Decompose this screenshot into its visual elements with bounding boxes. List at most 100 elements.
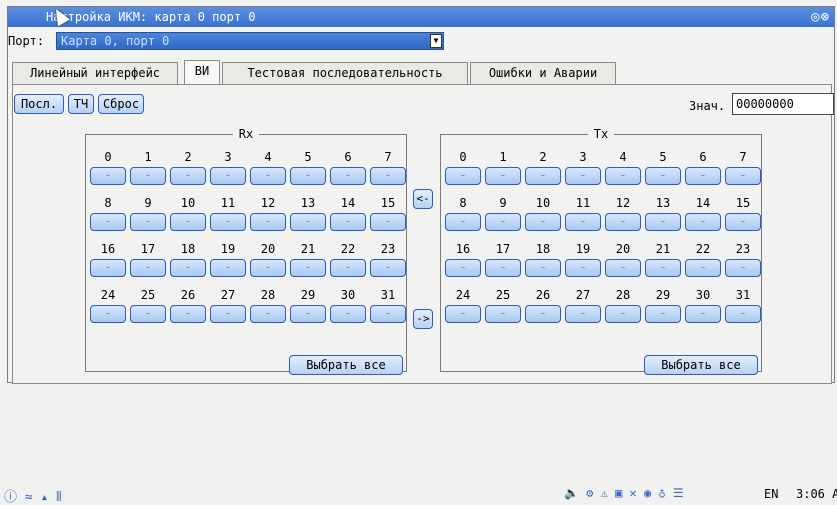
rx-select-all-button[interactable]: Выбрать все [289,355,403,375]
rx-legend: Rx [238,127,254,141]
rx-bit-toggle[interactable]: - [290,305,326,323]
dropdown-arrow-icon[interactable]: ▼ [430,34,442,48]
copy-to-tx-button[interactable]: -> [413,309,433,329]
tx-bit-toggle[interactable]: - [565,167,601,185]
rx-bit-toggle[interactable]: - [370,167,406,185]
rx-bit-toggle[interactable]: - [130,305,166,323]
tx-bit-toggle[interactable]: - [565,213,601,231]
tx-bit-toggle[interactable]: - [565,305,601,323]
rx-bit-toggle[interactable]: - [250,167,286,185]
rx-bit-toggle[interactable]: - [170,305,206,323]
rx-bit-toggle[interactable]: - [250,213,286,231]
rx-bit-toggle[interactable]: - [90,259,126,277]
znach-input[interactable]: 00000000 [732,93,834,115]
tx-bit-number: 18 [535,242,551,256]
tx-bit-toggle[interactable]: - [485,167,521,185]
tx-bit-toggle[interactable]: - [605,305,641,323]
tx-bit-toggle[interactable]: - [445,213,481,231]
tx-bit-toggle[interactable]: - [685,167,721,185]
rx-bit-toggle[interactable]: - [90,305,126,323]
tx-bit-toggle[interactable]: - [605,259,641,277]
rx-bit-toggle[interactable]: - [90,167,126,185]
tx-bit-toggle[interactable]: - [485,305,521,323]
tx-bit-toggle[interactable]: - [685,213,721,231]
tx-bit-toggle[interactable]: - [565,259,601,277]
rx-bit-toggle[interactable]: - [370,213,406,231]
tab-errors-alarms[interactable]: Ошибки и Аварии [470,62,616,84]
rx-bit-number: 8 [104,196,112,210]
rx-bit-toggle[interactable]: - [130,213,166,231]
tray-icons[interactable]: 🔈 ⚙ ⚠ ▣ ✕ ◉ ♁ ☰ [564,486,684,500]
tx-bit-toggle[interactable]: - [525,305,561,323]
rx-bit-toggle[interactable]: - [330,167,366,185]
tx-select-all-button[interactable]: Выбрать все [644,355,758,375]
tx-bit-number: 30 [695,288,711,302]
tab-vi[interactable]: ВИ [184,60,220,84]
rx-bit-toggle[interactable]: - [210,213,246,231]
tx-bit-number: 4 [619,150,627,164]
tx-bit-toggle[interactable]: - [685,259,721,277]
posl-button[interactable]: Посл. [14,94,64,114]
tx-bit-toggle[interactable]: - [725,167,761,185]
tx-bit-toggle[interactable]: - [445,167,481,185]
rx-bit-toggle[interactable]: - [210,259,246,277]
tx-bit-toggle[interactable]: - [725,305,761,323]
rx-bit-number: 25 [140,288,156,302]
tx-bit-toggle[interactable]: - [725,213,761,231]
rx-bit-toggle[interactable]: - [90,213,126,231]
tx-bit-toggle[interactable]: - [605,213,641,231]
rx-bit-toggle[interactable]: - [290,213,326,231]
tab-line-interface[interactable]: Линейный интерфейс [12,62,178,84]
tx-bit-toggle[interactable]: - [525,213,561,231]
tx-bit-toggle[interactable]: - [685,305,721,323]
window-controls-icon[interactable]: ◎⊗ [811,9,830,25]
rx-bit-toggle[interactable]: - [170,167,206,185]
rx-bit-toggle[interactable]: - [250,259,286,277]
reset-button[interactable]: Сброс [98,94,144,114]
tx-bit-number: 11 [575,196,591,210]
rx-bit-number: 9 [144,196,152,210]
tx-bit-toggle[interactable]: - [645,167,681,185]
tx-bit-toggle[interactable]: - [645,213,681,231]
rx-bit-toggle[interactable]: - [290,259,326,277]
language-indicator[interactable]: EN [764,487,778,501]
tx-bit-toggle[interactable]: - [485,213,521,231]
rx-bit-toggle[interactable]: - [370,305,406,323]
tx-bit-toggle[interactable]: - [645,305,681,323]
taskbar-launcher-icons[interactable]: ⓘ ≈ ▴ ⫴ [4,486,62,505]
tx-bit-number: 22 [695,242,711,256]
tx-bit-toggle[interactable]: - [645,259,681,277]
tx-bit-number: 13 [655,196,671,210]
rx-bit-toggle[interactable]: - [170,213,206,231]
rx-bit-toggle[interactable]: - [130,259,166,277]
rx-bit-toggle[interactable]: - [250,305,286,323]
rx-bit-number: 12 [260,196,276,210]
tx-bit-number: 14 [695,196,711,210]
tx-bit-toggle[interactable]: - [525,259,561,277]
rx-bit-toggle[interactable]: - [330,213,366,231]
tx-bit-toggle[interactable]: - [445,259,481,277]
tx-bit-toggle[interactable]: - [725,259,761,277]
rx-bit-toggle[interactable]: - [330,305,366,323]
tx-bit-toggle[interactable]: - [525,167,561,185]
port-select[interactable]: Карта 0, порт 0 ▼ [56,32,444,50]
rx-bit-toggle[interactable]: - [130,167,166,185]
tab-test-sequence[interactable]: Тестовая последовательность [222,62,468,84]
tx-bit-number: 15 [735,196,751,210]
rx-bit-toggle[interactable]: - [330,259,366,277]
tch-button[interactable]: ТЧ [68,94,94,114]
tx-bit-number: 21 [655,242,671,256]
tx-bit-number: 23 [735,242,751,256]
tx-bit-toggle[interactable]: - [485,259,521,277]
rx-bit-toggle[interactable]: - [170,259,206,277]
tx-bit-toggle[interactable]: - [605,167,641,185]
rx-bit-toggle[interactable]: - [290,167,326,185]
rx-bit-toggle[interactable]: - [210,167,246,185]
tx-bit-toggle[interactable]: - [445,305,481,323]
rx-bit-toggle[interactable]: - [210,305,246,323]
tx-bit-number: 17 [495,242,511,256]
rx-bit-toggle[interactable]: - [370,259,406,277]
znach-label: Знач. [689,99,726,113]
copy-to-rx-button[interactable]: <- [413,189,433,209]
tx-bit-number: 2 [539,150,547,164]
